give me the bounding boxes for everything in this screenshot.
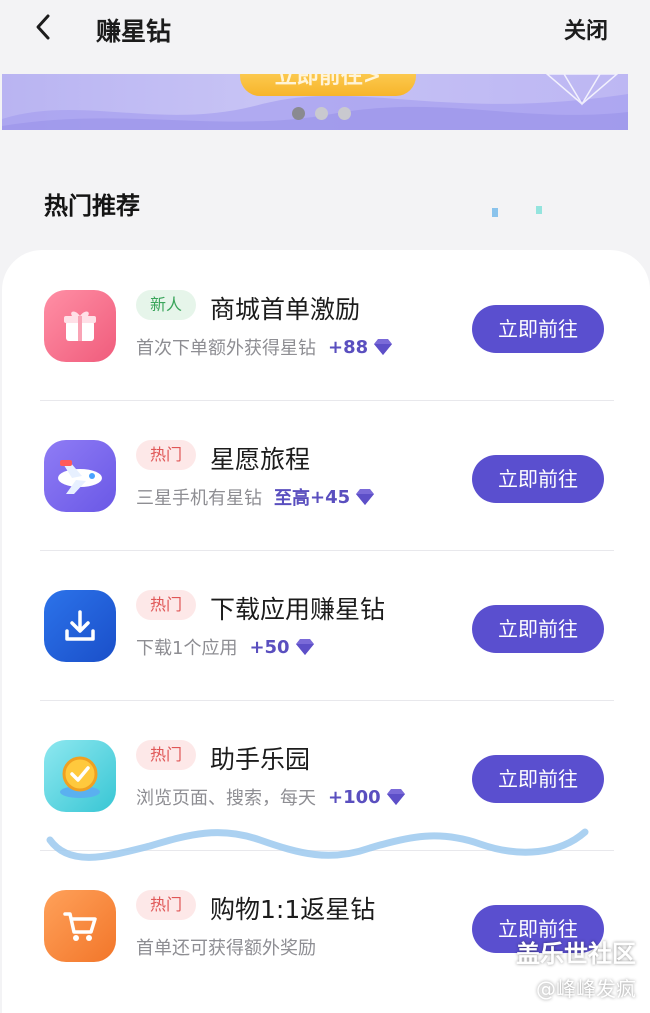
diamond-icon (356, 489, 375, 505)
cart-icon (44, 890, 116, 962)
item-title: 购物1:1返星钻 (210, 895, 376, 924)
list-item: 新人 商城首单激励 首次下单额外获得星钻 +88 立即前往 (2, 250, 650, 400)
badge-hot: 热门 (136, 590, 197, 620)
badge-hot: 热门 (136, 440, 197, 470)
promo-banner[interactable]: 立即前往> (2, 74, 628, 130)
app-header: 赚星钻 关闭 (0, 0, 650, 56)
list-item: 热门 助手乐园 浏览页面、搜索，每天 +100 立即前往 (2, 700, 650, 850)
item-reward-prefix: 至高 (274, 488, 310, 509)
item-reward: +88 (328, 336, 369, 358)
back-button[interactable] (26, 10, 60, 44)
gift-icon (44, 290, 116, 362)
close-button[interactable]: 关闭 (564, 13, 608, 45)
watermark-line2: @峰峰发疯 (536, 977, 636, 1001)
item-desc-text: 首次下单额外获得星钻 (136, 338, 316, 359)
airplane-icon (44, 440, 116, 512)
banner-go-button[interactable]: 立即前往> (240, 74, 416, 96)
item-title: 助手乐园 (210, 745, 311, 774)
item-description: 首单还可获得额外奖励 (136, 934, 316, 960)
item-reward: +45 (310, 486, 351, 508)
list-item: 热门 下载应用赚星钻 下载1个应用 +50 立即前往 (2, 550, 650, 700)
decorative-dots (492, 206, 542, 217)
item-desc-text: 浏览页面、搜索，每天 (136, 788, 316, 809)
go-button[interactable]: 立即前往 (472, 605, 604, 653)
item-description: 浏览页面、搜索，每天 +100 (136, 784, 407, 810)
checkmark-coin-icon (44, 740, 116, 812)
item-desc-text: 下载1个应用 (136, 638, 238, 659)
carousel-dot[interactable] (338, 107, 351, 120)
badge-hot: 热门 (136, 890, 197, 920)
go-button[interactable]: 立即前往 (472, 305, 604, 353)
go-button[interactable]: 立即前往 (472, 755, 604, 803)
diamond-icon (374, 339, 393, 355)
item-title: 下载应用赚星钻 (210, 595, 386, 624)
item-reward: +100 (328, 786, 381, 808)
carousel-dot[interactable] (292, 107, 305, 120)
item-reward: +50 (249, 636, 290, 658)
section-title: 热门推荐 (44, 192, 140, 220)
item-desc-text: 首单还可获得额外奖励 (136, 938, 316, 959)
item-description: 首次下单额外获得星钻 +88 (136, 334, 394, 360)
download-icon (44, 590, 116, 662)
watermark-line1: 盖乐世社区 (516, 940, 636, 968)
carousel-indicator (292, 107, 351, 120)
item-title: 星愿旅程 (210, 445, 311, 474)
watermark: 盖乐世社区 @峰峰发疯 (516, 934, 636, 1002)
recommend-card: 新人 商城首单激励 首次下单额外获得星钻 +88 立即前往 热门 星愿旅程 三星… (2, 250, 650, 1013)
diamond-icon (386, 789, 405, 805)
go-button[interactable]: 立即前往 (472, 455, 604, 503)
list-item: 热门 星愿旅程 三星手机有星钻 至高 +45 立即前往 (2, 400, 650, 550)
diamond-outline-icon (545, 74, 619, 106)
page-title: 赚星钻 (96, 17, 172, 46)
badge-new: 新人 (136, 290, 197, 320)
item-description: 下载1个应用 +50 (136, 634, 316, 660)
carousel-dot[interactable] (315, 107, 328, 120)
item-desc-text: 三星手机有星钻 (136, 488, 262, 509)
chevron-left-icon (36, 14, 50, 40)
item-title: 商城首单激励 (210, 295, 361, 324)
diamond-icon (295, 639, 314, 655)
item-description: 三星手机有星钻 至高 +45 (136, 484, 376, 510)
badge-hot: 热门 (136, 740, 197, 770)
